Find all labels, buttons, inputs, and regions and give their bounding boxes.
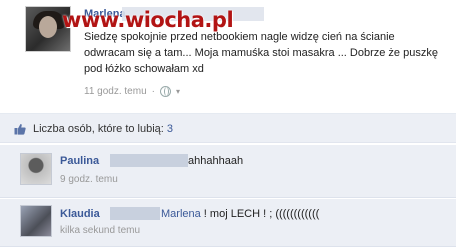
comment-avatar[interactable] — [20, 153, 52, 185]
likes-summary[interactable]: Liczba osób, które to lubią: 3 — [33, 123, 173, 135]
avatar-face — [39, 16, 57, 38]
comment-author[interactable]: Klaudia — [60, 208, 100, 220]
comment-text: ! moj LECH ! ; (((((((((((( — [200, 208, 320, 220]
comment-text: ahhahhaah — [188, 155, 244, 167]
post-text: Siedzę spokojnie przed netbookiem nagle … — [84, 31, 438, 75]
post-timestamp[interactable]: 11 godz. temu — [84, 86, 147, 97]
post-meta: 11 godz. temu · ▾ — [84, 86, 180, 97]
meta-separator: · — [151, 86, 155, 97]
comment-avatar[interactable] — [20, 205, 52, 237]
globe-icon[interactable] — [159, 86, 171, 97]
comment-timestamp[interactable]: 9 godz. temu — [60, 174, 118, 185]
censored-surname — [110, 154, 188, 167]
likes-count[interactable]: 3 — [167, 123, 173, 135]
likes-bar: Liczba osób, które to lubią: 3 — [0, 113, 456, 143]
likes-label: Liczba osób, które to lubią: — [33, 123, 164, 135]
comment-item: Klaudia Marlena ! moj LECH ! ; (((((((((… — [0, 199, 456, 247]
censored-surname — [110, 207, 160, 220]
comment-mention[interactable]: Marlena — [161, 208, 201, 220]
thumbs-up-icon — [14, 124, 26, 135]
chevron-down-icon[interactable]: ▾ — [176, 87, 180, 96]
comment-body: Marlena ! moj LECH ! ; (((((((((((( — [161, 208, 319, 220]
comment-timestamp[interactable]: kilka sekund temu — [60, 225, 140, 236]
comment-item: Paulina ahhahhaah 9 godz. temu — [0, 145, 456, 198]
status-post: Marlena www.wiocha.pl Siedzę spokojnie p… — [0, 0, 456, 112]
comment-author[interactable]: Paulina — [60, 155, 99, 167]
